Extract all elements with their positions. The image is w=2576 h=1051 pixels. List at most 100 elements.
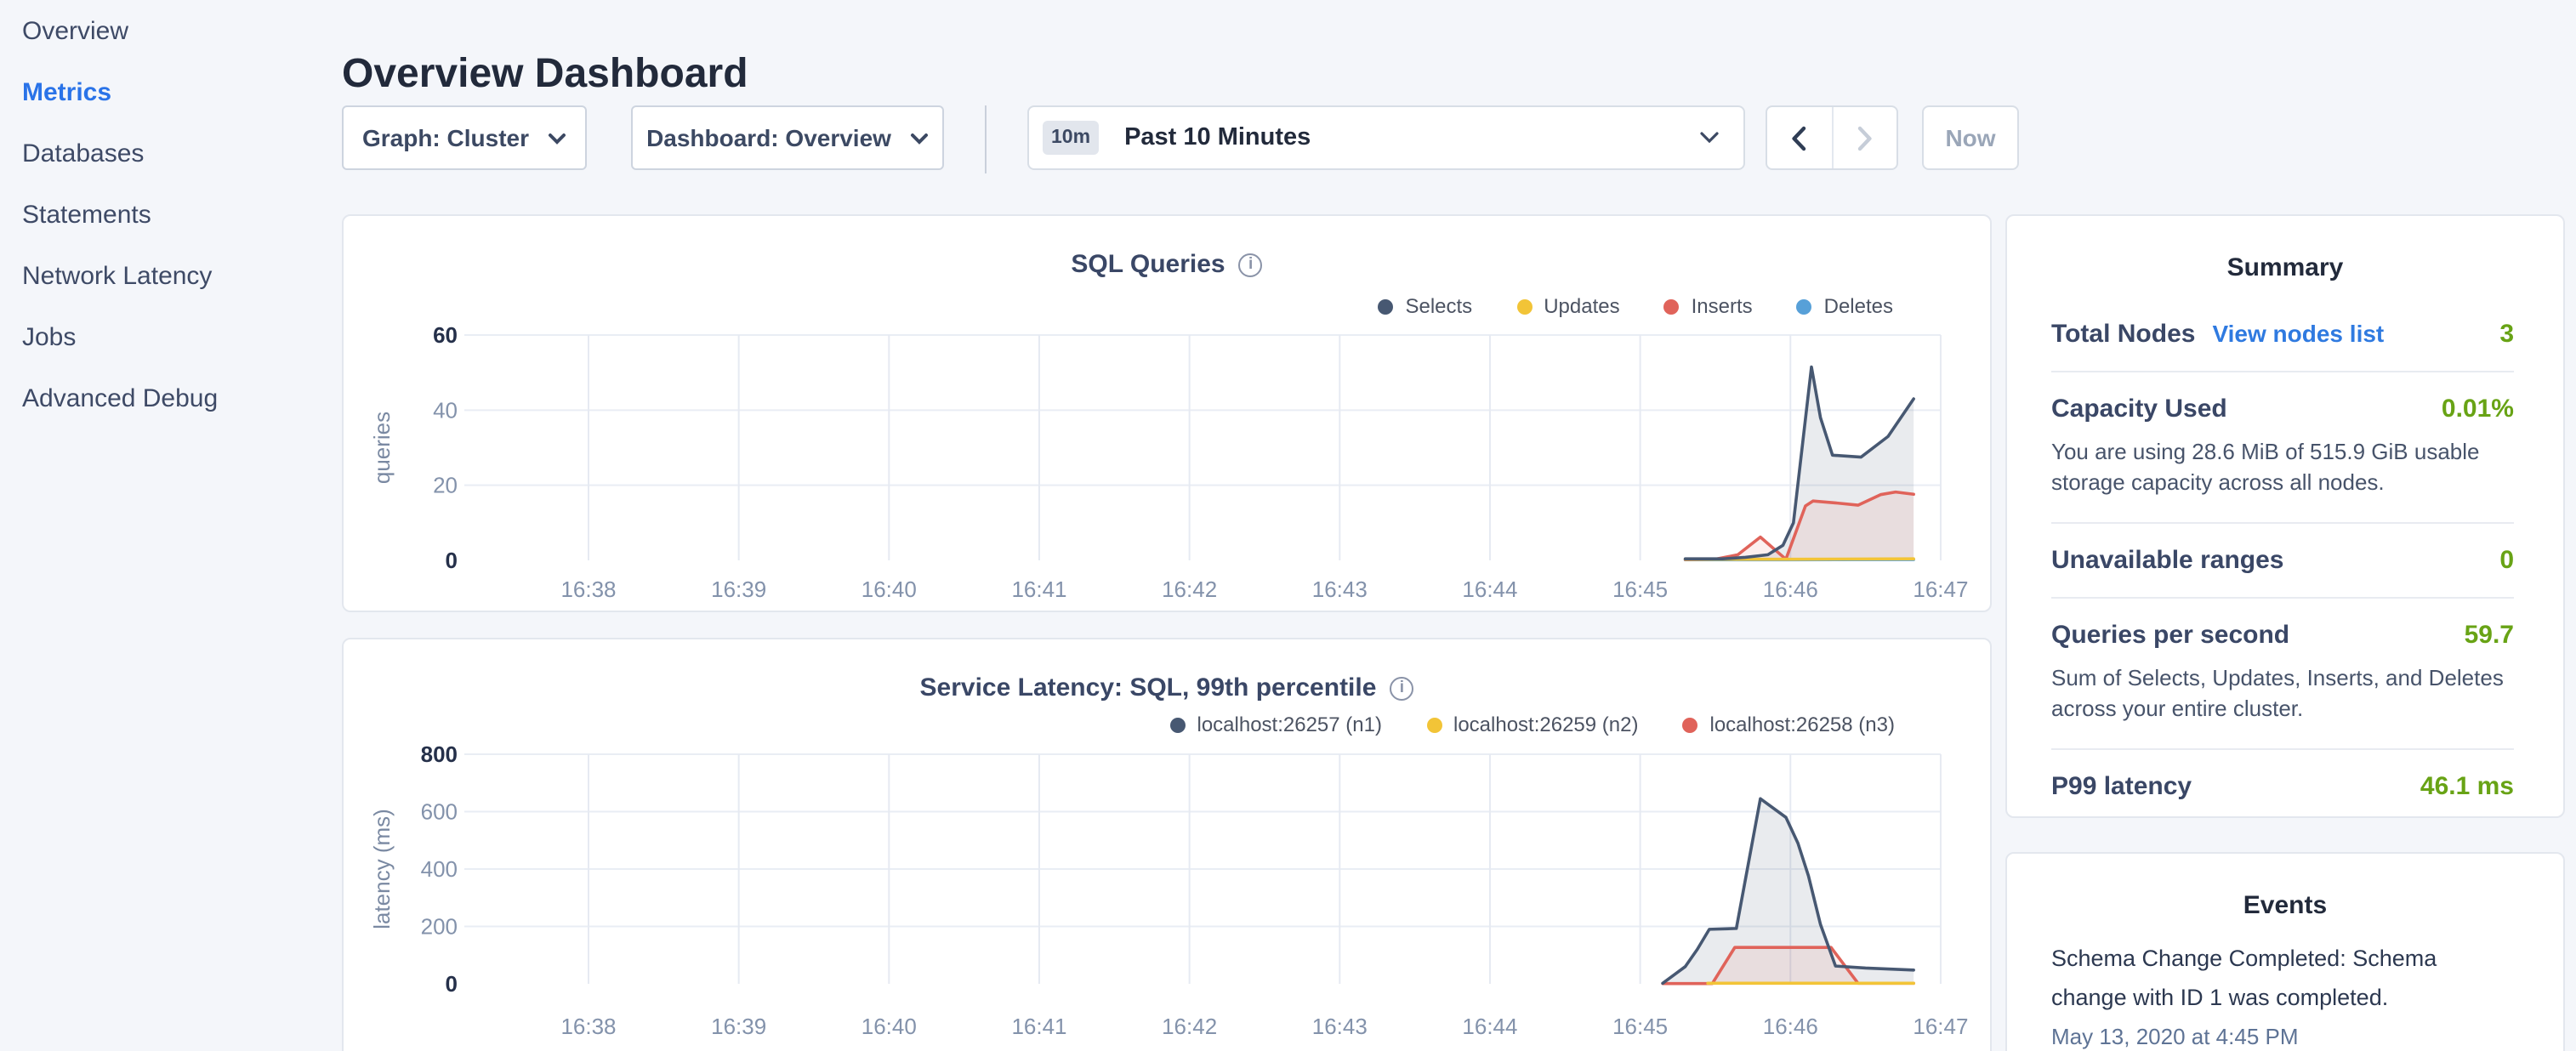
sidebar-item-jobs[interactable]: Jobs [0,306,323,367]
svg-text:16:42: 16:42 [1162,577,1217,602]
svg-text:16:39: 16:39 [711,1014,766,1039]
svg-text:16:39: 16:39 [711,577,766,602]
event-item: Schema Change Completed: Schema change w… [2051,940,2516,1049]
now-button[interactable]: Now [1922,105,2019,170]
svg-text:16:43: 16:43 [1312,577,1368,602]
summary-body: Total Nodes View nodes list 3 Capacity Used… [2007,282,2563,823]
svg-text:16:45: 16:45 [1612,1014,1668,1039]
chart-title: Service Latency: SQL, 99th percentile [920,673,1377,702]
svg-text:16:38: 16:38 [560,1014,616,1039]
summary-row: P99 latency 46.1 ms [2051,748,2514,823]
legend-item[interactable]: Updates [1516,294,1619,318]
legend-item[interactable]: localhost:26258 (n3) [1683,713,1896,736]
svg-text:16:45: 16:45 [1612,577,1668,602]
summary-panel: Summary Total Nodes View nodes list 3 Capac… [2005,214,2565,818]
svg-text:0: 0 [446,971,458,997]
chevron-right-icon [1857,125,1873,151]
svg-text:16:44: 16:44 [1462,1014,1517,1039]
sidebar-item-network-latency[interactable]: Network Latency [0,245,323,306]
summary-row-value: 59.7 [2465,621,2514,650]
legend-item[interactable]: localhost:26259 (n2) [1426,713,1639,736]
chart-title-row: SQL Queries [344,250,1990,279]
chevron-down-icon [548,132,566,144]
svg-text:0: 0 [446,548,458,573]
dashboard-dropdown[interactable]: Dashboard: Overview [631,105,944,170]
svg-text:16:40: 16:40 [862,577,917,602]
chart-title: SQL Queries [1071,250,1225,279]
summary-row-label: Queries per second [2051,621,2289,650]
svg-text:16:42: 16:42 [1162,1014,1217,1039]
summary-row-label: P99 latency [2051,772,2192,801]
svg-text:16:40: 16:40 [862,1014,917,1039]
svg-text:16:38: 16:38 [560,577,616,602]
summary-row: Queries per second 59.7 Sum of Selects, Up… [2051,597,2514,748]
event-text: Schema Change Completed: Schema change w… [2051,940,2516,1019]
svg-text:60: 60 [433,322,458,348]
summary-row: Unavailable ranges 0 [2051,522,2514,597]
info-icon[interactable] [1239,253,1263,276]
svg-text:16:41: 16:41 [1011,577,1066,602]
info-icon[interactable] [1390,676,1413,700]
time-prev-button[interactable] [1767,107,1831,168]
events-title: Events [2007,891,2563,920]
time-range-selector[interactable]: 10m Past 10 Minutes [1027,105,1745,170]
legend-item[interactable]: Inserts [1664,294,1753,318]
svg-text:latency (ms): latency (ms) [369,809,395,929]
legend-dot-icon [1683,717,1698,732]
sidebar-item-overview[interactable]: Overview [0,0,323,61]
legend-dot-icon [1170,717,1186,732]
svg-text:16:47: 16:47 [1913,577,1968,602]
svg-text:queries: queries [369,412,395,484]
dashboard-dropdown-label: Dashboard: Overview [646,124,891,151]
app-viewport: OverviewMetricsDatabasesStatementsNetwor… [0,0,2576,1051]
legend-item[interactable]: Selects [1378,294,1472,318]
legend-item[interactable]: Deletes [1797,294,1893,318]
sidebar-item-advanced-debug[interactable]: Advanced Debug [0,367,323,429]
page: OverviewMetricsDatabasesStatementsNetwor… [0,0,2576,1051]
svg-text:40: 40 [433,397,458,423]
service-latency-chart-card: Service Latency: SQL, 99th percentile lo… [342,638,1992,1051]
time-next-button[interactable] [1831,107,1896,168]
sidebar-item-databases[interactable]: Databases [0,122,323,184]
chevron-down-icon [910,132,929,144]
svg-text:16:46: 16:46 [1763,577,1818,602]
summary-row-label: Total Nodes [2051,320,2195,349]
summary-row-value: 46.1 ms [2420,772,2514,801]
svg-text:16:44: 16:44 [1462,577,1517,602]
legend-dot-icon [1797,298,1812,314]
legend-label: localhost:26258 (n3) [1710,713,1896,736]
svg-text:200: 200 [421,914,458,940]
time-nav-group [1766,105,1898,170]
svg-text:16:43: 16:43 [1312,1014,1368,1039]
svg-text:800: 800 [421,741,458,767]
legend-dot-icon [1426,717,1442,732]
legend-label: Inserts [1692,294,1753,318]
event-timestamp: May 13, 2020 at 4:45 PM [2051,1024,2516,1049]
svg-text:16:47: 16:47 [1913,1014,1968,1039]
summary-row-value: 0 [2499,546,2514,575]
sidebar-item-metrics[interactable]: Metrics [0,61,323,122]
legend-item[interactable]: localhost:26257 (n1) [1170,713,1383,736]
legend-dot-icon [1378,298,1393,314]
summary-row-subtext: You are using 28.6 MiB of 515.9 GiB usab… [2051,437,2514,500]
sidebar-item-statements[interactable]: Statements [0,184,323,245]
svg-text:600: 600 [421,799,458,825]
chevron-down-icon [1699,131,1720,145]
svg-text:16:41: 16:41 [1011,1014,1066,1039]
graph-dropdown-label: Graph: Cluster [362,124,529,151]
summary-row-label: Capacity Used [2051,395,2227,423]
legend-dot-icon [1664,298,1680,314]
view-nodes-list-link[interactable]: View nodes list [2212,320,2384,347]
legend-dot-icon [1516,298,1532,314]
summary-row: Capacity Used 0.01% You are using 28.6 MiB… [2051,371,2514,522]
summary-row: Total Nodes View nodes list 3 [2051,298,2514,371]
toolbar-divider [985,105,987,173]
summary-row-value: 0.01% [2442,395,2514,423]
summary-row-subtext: Sum of Selects, Updates, Inserts, and De… [2051,663,2514,726]
legend-label: Updates [1544,294,1619,318]
summary-row-value: 3 [2499,320,2514,349]
chart-legend: Selects Updates Inserts Deletes [1378,294,1893,318]
summary-row-label: Unavailable ranges [2051,546,2283,575]
summary-title: Summary [2007,253,2563,282]
graph-dropdown[interactable]: Graph: Cluster [342,105,587,170]
